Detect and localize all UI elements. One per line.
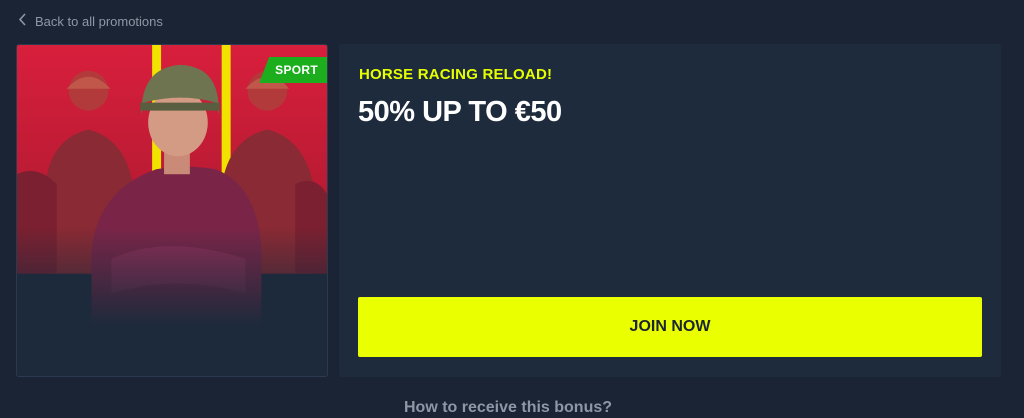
jockey-illustration (17, 45, 327, 376)
back-link-label: Back to all promotions (35, 13, 163, 29)
promo-title: 50% UP TO €50 (358, 96, 562, 128)
sport-badge: SPORT (259, 57, 327, 83)
back-to-promotions-link[interactable]: Back to all promotions (18, 13, 163, 29)
promo-subtitle: HORSE RACING RELOAD! (359, 66, 553, 83)
join-now-button[interactable]: JOIN NOW (358, 297, 982, 357)
how-to-receive-heading: How to receive this bonus? (403, 399, 613, 416)
chevron-left-icon (18, 13, 27, 29)
promo-card: HORSE RACING RELOAD! 50% UP TO €50 JOIN … (339, 44, 1001, 377)
promo-image: SPORT (16, 44, 328, 377)
promotion-page: Back to all promotions SPORT HORSE RACIN… (0, 0, 1024, 418)
